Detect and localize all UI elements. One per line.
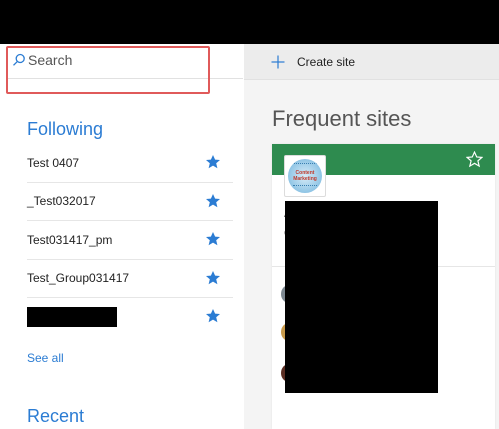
star-filled-icon[interactable]	[205, 193, 221, 209]
see-all-link[interactable]: See all	[27, 351, 64, 365]
search-box[interactable]	[6, 44, 243, 79]
logo-text: Content Marketing	[293, 170, 317, 182]
following-list: Test 0407 _Test032017 Test031417_pm Test…	[27, 144, 233, 337]
following-item-label[interactable]: Test 0407	[27, 156, 79, 170]
star-filled-icon[interactable]	[205, 231, 221, 247]
star-filled-icon[interactable]	[205, 308, 221, 324]
right-pane: Create site Frequent sites Content Marke…	[244, 44, 499, 429]
redacted-label	[27, 307, 117, 328]
following-item[interactable]	[27, 298, 233, 337]
content-marketing-logo-icon: Content Marketing	[288, 159, 322, 193]
following-item[interactable]: Test_Group031417	[27, 260, 233, 298]
following-item-label[interactable]: Test_Group031417	[27, 271, 129, 285]
following-item[interactable]: Test 0407	[27, 144, 233, 183]
top-bar	[0, 0, 499, 44]
redacted-content	[285, 201, 438, 393]
following-item[interactable]: _Test032017	[27, 183, 233, 221]
following-item[interactable]: Test031417_pm	[27, 221, 233, 260]
site-logo[interactable]: Content Marketing	[284, 155, 326, 197]
search-input[interactable]	[28, 50, 208, 70]
frequent-sites-title: Frequent sites	[272, 106, 412, 131]
star-outline-icon[interactable]	[466, 151, 483, 168]
create-site-button[interactable]: Create site	[297, 55, 355, 69]
following-item-label[interactable]: Test031417_pm	[27, 233, 112, 247]
search-icon	[13, 53, 25, 66]
following-title: Following	[27, 119, 104, 139]
star-filled-icon[interactable]	[205, 154, 221, 170]
command-bar: Create site	[244, 44, 499, 80]
left-pane: Following Test 0407 _Test032017 Test0314…	[0, 44, 244, 429]
star-filled-icon[interactable]	[205, 270, 221, 286]
following-item-label[interactable]: _Test032017	[27, 194, 96, 208]
plus-icon[interactable]	[271, 55, 285, 69]
recent-title: Recent	[27, 406, 85, 426]
